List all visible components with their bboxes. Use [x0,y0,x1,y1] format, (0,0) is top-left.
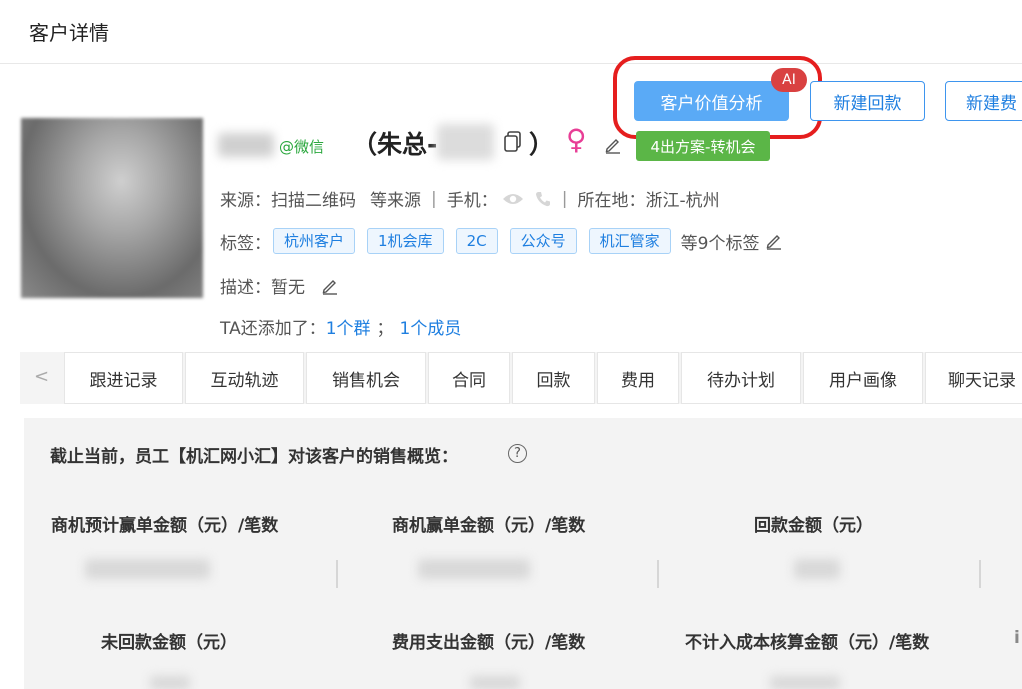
tags-more-link[interactable]: 等9个标签 [681,229,760,254]
groups-prefix: TA还添加了： [220,319,326,339]
divider: | [431,188,437,209]
desc-value: 暂无 [271,278,305,298]
metric-value-redacted [150,676,190,689]
edit-desc-icon[interactable] [321,277,339,295]
metric-value-redacted [418,559,530,579]
members-link[interactable]: 1个成员 [400,314,462,339]
tab-follow-up[interactable]: 跟进记录 [64,352,183,404]
info-line-tags: 标签： 杭州客户 1机会库 2C 公众号 机汇管家 等9个标签 [220,228,783,254]
divider [657,560,659,588]
tab-contracts[interactable]: 合同 [428,352,510,404]
location-value: 浙江-杭州 [645,191,720,211]
metric-label: 费用支出金额（元）/笔数 [392,633,586,653]
metric-label: 不计入成本核算金额（元）/笔数 [685,633,930,653]
divider: | [561,188,568,209]
location-label: 所在地： [577,191,646,211]
avatar [21,118,203,298]
tab-opportunities[interactable]: 销售机会 [306,352,426,404]
edit-name-icon[interactable] [604,136,622,158]
divider [336,560,338,588]
customer-title-redacted [437,124,494,160]
divider [979,560,981,588]
highlight-frame [613,56,822,139]
source-label: 来源： [220,191,271,211]
metric-label: i [1014,628,1020,648]
desc-label: 描述： [220,278,271,298]
metric-label: 回款金额（元） [754,516,873,536]
metric-label: 商机预计赢单金额（元）/笔数 [51,516,279,536]
copy-icon[interactable] [504,131,522,157]
info-line-description: 描述： 暂无 [220,273,339,298]
eye-icon[interactable] [502,191,524,207]
tab-todo[interactable]: 待办计划 [681,352,801,404]
customer-title: （朱总- [352,130,438,159]
tag-item[interactable]: 公众号 [509,228,577,254]
metric-value-redacted [470,676,520,689]
tag-item[interactable]: 1机会库 [367,228,444,254]
groups-link[interactable]: 1个群 [326,314,371,339]
phone-icon[interactable] [534,190,552,208]
metric-label: 商机赢单金额（元）/笔数 [392,516,586,536]
tab-interaction[interactable]: 互动轨迹 [185,352,304,404]
metric-value-redacted [85,559,210,579]
female-icon: ♀ [566,123,587,156]
customer-name-redacted [218,133,274,157]
tab-bar: < 跟进记录 互动轨迹 销售机会 合同 回款 费用 待办计划 用户画像 聊天记录 [20,352,1022,404]
tab-refunds[interactable]: 回款 [512,352,595,404]
tags-label: 标签： [220,233,271,254]
metric-value-redacted [770,676,840,689]
new-refund-button[interactable]: 新建回款 [810,81,925,121]
header-bar: 客户详情 [0,0,1022,64]
source-more-link[interactable]: 等来源 [370,186,421,211]
tag-item[interactable]: 机汇管家 [588,228,671,254]
groups-separator: ； [376,319,394,339]
info-line-source: 来源： 扫描二维码 等来源 | 手机： | 所在地： 浙江-杭州 [220,186,720,212]
wechat-tag: @微信 [279,138,325,156]
phone-label: 手机： [446,191,498,211]
tab-scroll-left-icon[interactable]: < [34,366,49,387]
tab-chat-records[interactable]: 聊天记录 [925,352,1022,404]
source-value: 扫描二维码 [271,191,356,211]
help-icon[interactable]: ? [508,444,527,463]
metric-label: 未回款金额（元） [101,633,237,653]
info-line-groups: TA还添加了： 1个群 ； 1个成员 [220,314,461,339]
edit-tags-icon[interactable] [765,232,783,250]
status-badge: 4出方案-转机会 [636,131,770,161]
summary-heading: 截止当前，员工【机汇网小汇】对该客户的销售概览： [50,447,458,467]
tag-item[interactable]: 2C [455,228,498,254]
tab-user-profile[interactable]: 用户画像 [803,352,923,404]
tab-expenses[interactable]: 费用 [597,352,679,404]
new-expense-button[interactable]: 新建费 [945,81,1022,121]
page-title: 客户详情 [29,21,109,45]
tag-item[interactable]: 杭州客户 [273,228,356,254]
metric-value-redacted [794,559,840,579]
customer-title-suffix: ） [529,130,555,159]
